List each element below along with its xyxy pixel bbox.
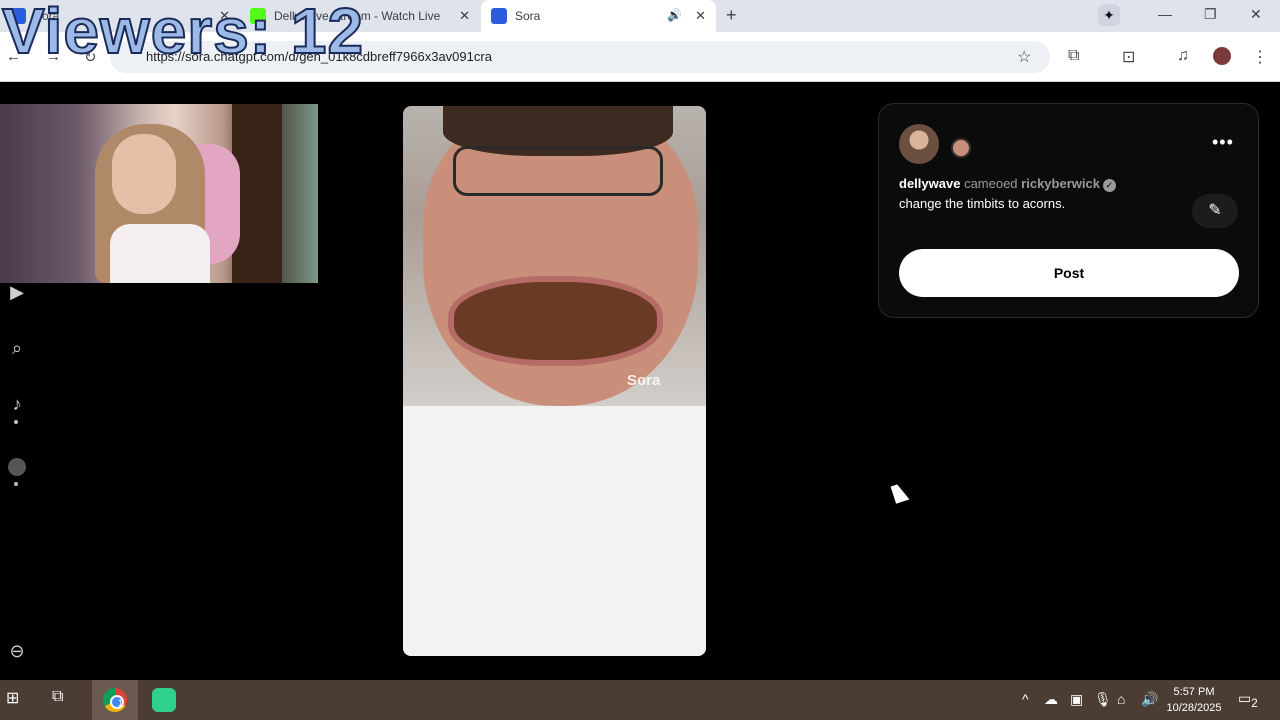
- post-button[interactable]: Post: [899, 249, 1239, 297]
- webcam-overlay: [0, 104, 318, 283]
- green-app-taskbar-icon[interactable]: [152, 688, 176, 712]
- close-tab-icon[interactable]: ✕: [459, 8, 470, 24]
- viewers-count-overlay: Viewers: 12: [1, 0, 365, 68]
- chrome-badge: 1: [118, 698, 124, 708]
- network-icon[interactable]: ⌂: [1117, 691, 1125, 707]
- search-icon[interactable]: ⌕: [6, 338, 28, 360]
- tab-label: Sora: [515, 9, 541, 23]
- more-icon[interactable]: ⊖: [6, 641, 28, 663]
- verified-icon: ✓: [1102, 179, 1116, 192]
- speaker-icon[interactable]: 🔊: [667, 8, 682, 22]
- cameo-username[interactable]: rickyberwick: [1021, 176, 1100, 191]
- avatar-dot: [14, 482, 18, 486]
- edit-pencil-button[interactable]: ✎: [1192, 194, 1238, 228]
- extensions-icon[interactable]: ⧉: [1068, 47, 1079, 65]
- post-card: ••• dellywave cameoed rickyberwick ✓ chan…: [878, 103, 1259, 318]
- sora-favicon-icon: [491, 8, 507, 24]
- creator-username[interactable]: dellywave: [899, 176, 960, 191]
- sora-video[interactable]: Sora: [403, 106, 706, 656]
- tab-sora-active[interactable]: Sora 🔊 ✕: [481, 0, 716, 32]
- avatar-icon[interactable]: [8, 458, 26, 476]
- bell-icon[interactable]: ♪: [6, 394, 28, 416]
- device-icon[interactable]: ▣: [1070, 691, 1083, 708]
- windows-taskbar: ⊞ ⧉ 1 ^ ☁ ▣ 🎙 ⌂ 🔊 5:57 PM 10/28/2025 ▭2: [0, 680, 1280, 720]
- creator-avatar[interactable]: [899, 124, 939, 164]
- clock-date: 10/28/2025: [1166, 702, 1222, 714]
- close-tab-icon[interactable]: ✕: [695, 8, 706, 24]
- microphone-icon[interactable]: 🎙: [1094, 691, 1112, 708]
- new-tab-button[interactable]: +: [726, 5, 737, 26]
- bookmark-star-icon[interactable]: ☆: [1017, 47, 1031, 67]
- media-control-icon[interactable]: ♫: [1177, 47, 1189, 65]
- chrome-taskbar-icon[interactable]: [103, 688, 127, 712]
- notification-dot: [14, 420, 18, 424]
- system-clock[interactable]: 5:57 PM 10/28/2025: [1164, 684, 1224, 716]
- clock-time: 5:57 PM: [1173, 686, 1215, 698]
- profile-avatar[interactable]: [1213, 47, 1231, 65]
- cameo-line: dellywave cameoed rickyberwick ✓: [899, 176, 1116, 192]
- play-icon[interactable]: ▶: [6, 282, 28, 304]
- task-view-icon[interactable]: ⧉: [52, 688, 63, 706]
- gemini-sparkle-icon[interactable]: ✦: [1098, 4, 1120, 26]
- windows-start-icon[interactable]: ⊞: [6, 688, 19, 708]
- more-options-button[interactable]: •••: [1212, 132, 1234, 153]
- video-shirt: [403, 406, 706, 656]
- minimize-icon[interactable]: —: [1158, 6, 1172, 22]
- webcam-face: [112, 134, 176, 214]
- notification-center-icon[interactable]: ▭2: [1238, 690, 1258, 710]
- cameo-avatar[interactable]: [951, 138, 971, 158]
- webcam-shirt: [110, 224, 210, 283]
- cameo-action: cameoed: [964, 176, 1018, 191]
- video-glasses: [453, 146, 663, 196]
- prompt-text: change the timbits to acorns.: [899, 196, 1066, 211]
- volume-icon[interactable]: 🔊: [1141, 691, 1158, 708]
- close-window-icon[interactable]: ✕: [1250, 6, 1262, 23]
- tab-search-icon[interactable]: ⊡: [1122, 47, 1135, 67]
- sora-watermark: Sora: [627, 372, 661, 389]
- tray-chevron-icon[interactable]: ^: [1022, 691, 1029, 707]
- onedrive-cloud-icon[interactable]: ☁: [1044, 691, 1058, 708]
- restore-icon[interactable]: ❐: [1204, 6, 1217, 23]
- video-mouth-acorns: [448, 276, 663, 366]
- menu-kebab-icon[interactable]: ⋮: [1252, 47, 1268, 67]
- notification-count: 2: [1251, 696, 1258, 710]
